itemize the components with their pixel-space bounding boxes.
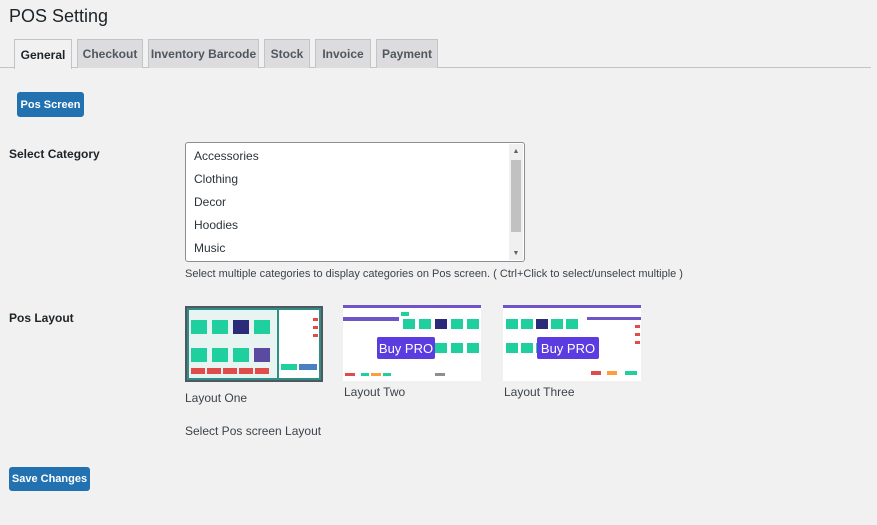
tab-invoice[interactable]: Invoice — [315, 39, 371, 68]
tab-payment[interactable]: Payment — [376, 39, 438, 68]
tab-checkout[interactable]: Checkout — [77, 39, 143, 68]
category-option[interactable]: Clothing — [194, 172, 238, 186]
layout-two-label: Layout Two — [344, 385, 406, 399]
select-category-label: Select Category — [9, 147, 100, 161]
scroll-down-arrow-icon[interactable]: ▼ — [509, 246, 523, 260]
layout-one-preview-image — [187, 308, 321, 380]
category-option[interactable]: Decor — [194, 195, 226, 209]
layout-three-buy-pro-button[interactable]: Buy PRO — [537, 337, 599, 359]
scroll-thumb[interactable] — [511, 160, 521, 232]
listbox-scrollbar[interactable]: ▲ ▼ — [509, 144, 523, 260]
tab-general[interactable]: General — [14, 39, 72, 69]
save-changes-button[interactable]: Save Changes — [9, 467, 90, 491]
pos-screen-button[interactable]: Pos Screen — [17, 92, 84, 117]
pos-layout-label: Pos Layout — [9, 311, 74, 325]
layout-three-label: Layout Three — [504, 385, 575, 399]
layout-two-buy-pro-button[interactable]: Buy PRO — [377, 337, 435, 359]
settings-tabs: General Checkout Inventory Barcode Stock… — [0, 39, 871, 69]
layout-one-label: Layout One — [185, 391, 248, 405]
tab-stock[interactable]: Stock — [264, 39, 310, 68]
page-title: POS Setting — [9, 6, 109, 26]
layout-two-thumbnail[interactable]: Buy PRO — [343, 305, 481, 381]
category-option[interactable]: Music — [194, 241, 225, 255]
category-option[interactable]: Accessories — [194, 149, 259, 163]
category-option[interactable]: Hoodies — [194, 218, 238, 232]
category-multiselect[interactable]: Accessories Clothing Decor Hoodies Music… — [185, 142, 525, 262]
layout-three-thumbnail[interactable]: Buy PRO — [503, 305, 641, 381]
category-help-text: Select multiple categories to display ca… — [185, 268, 683, 280]
layout-help-text: Select Pos screen Layout — [185, 424, 322, 438]
tab-inventory-barcode[interactable]: Inventory Barcode — [148, 39, 259, 68]
scroll-up-arrow-icon[interactable]: ▲ — [509, 144, 523, 158]
layout-one-thumbnail[interactable] — [185, 306, 323, 382]
